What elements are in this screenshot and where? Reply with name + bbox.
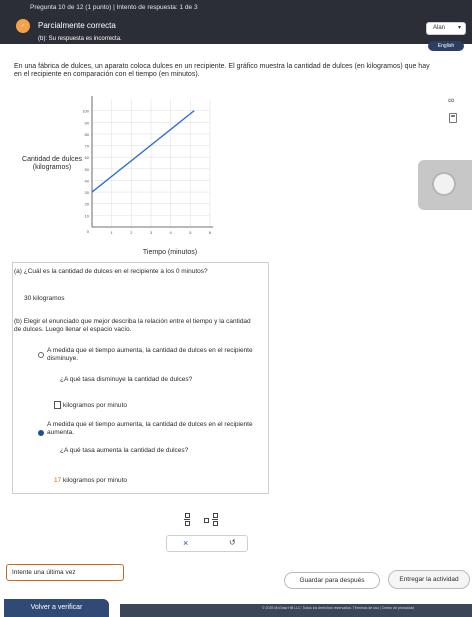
side-panel-toggle[interactable] [418,160,472,210]
user-menu-button[interactable]: Alan ▾ [426,22,466,35]
x-tick-label: 5 [189,230,192,235]
calculator-icon[interactable] [449,113,457,123]
option-1-unit: kilogramos por minuto [63,402,127,409]
y-tick-label: 50 [85,167,90,172]
question-breadcrumb: Pregunta 10 de 12 (1 punto) | Intento de… [30,4,198,11]
option-2-subquestion: ¿A qué tasa aumenta la cantidad de dulce… [60,447,189,454]
option-1-answer-input[interactable] [54,401,61,409]
x-tick-label: 6 [209,230,212,235]
y-tick-label: 80 [85,132,90,137]
save-for-later-button[interactable]: Guardar para después [284,572,380,589]
circle-icon [432,172,456,196]
user-name: Alan [433,25,446,31]
line-chart: 1020304050607080901001 2 3 4 5 60 [82,96,213,235]
mixed-number-icon[interactable] [204,513,222,529]
option-2-unit: kilogramos por minuto [63,477,127,484]
x-tick-label: 4 [170,230,173,235]
option-2-radio[interactable] [38,430,44,436]
option-2-label[interactable]: A medida que el tiempo aumenta, la canti… [47,421,259,436]
y-tick-label: 70 [85,144,90,149]
origin-label: 0 [87,229,90,234]
part-a-answer: 30 kilogramos [24,295,64,302]
back-to-check-button[interactable]: Volver a verificar [4,599,109,617]
chevron-down-icon: ▾ [457,25,461,31]
answer-tools: × ↺ [166,535,248,552]
option-2-answer-value[interactable]: 17 [54,477,61,484]
x-tick-label: 2 [130,230,133,235]
fraction-icon[interactable] [180,513,194,529]
option-2-answer: 17 kilogramos por minuto [54,477,127,484]
infinity-icon[interactable]: ∞ [448,95,454,105]
status-subtitle: (b): Su respuesta es incorrecta. [38,36,122,42]
y-axis-label: Cantidad de dulces (kilogramos) [22,156,82,171]
language-button[interactable]: English [428,41,464,51]
option-1-subquestion: ¿A qué tasa disminuye la cantidad de dul… [60,376,193,383]
status-title: Parcialmente correcta [38,21,116,30]
problem-statement: En una fábrica de dulces, un aparato col… [14,63,430,78]
part-a-question: (a) ¿Cuál es la cantidad de dulces en el… [14,268,208,275]
y-tick-label: 90 [85,120,90,125]
part-b-question: (b) Elegir el enunciado que mejor descri… [14,318,251,333]
partial-correct-icon: ✓ [16,19,30,33]
y-tick-label: 10 [85,213,90,218]
legal-footer: © 2025 McGraw Hill LLC. Todos los derech… [262,606,414,610]
y-tick-label: 20 [85,202,90,207]
undo-icon[interactable]: ↺ [229,538,236,547]
y-tick-label: 60 [85,155,90,160]
submit-assignment-button[interactable]: Entregar la actividad [388,570,470,589]
clear-icon[interactable]: × [183,538,188,548]
series-line [91,110,195,193]
x-tick-label: 1 [111,230,114,235]
option-1-radio[interactable] [38,352,44,358]
x-tick-label: 3 [150,230,153,235]
y-tick-label: 100 [82,109,89,114]
part-a-answer-value[interactable]: 30 [24,295,31,302]
try-again-notice: Intente una última vez [6,564,124,581]
y-tick-label: 30 [85,190,90,195]
x-axis-label: Tiempo (minutos) [142,249,198,256]
option-1-label[interactable]: A medida que el tiempo aumenta, la canti… [47,347,257,362]
y-tick-label: 40 [85,178,90,183]
part-a-unit: kilogramos [33,295,65,302]
